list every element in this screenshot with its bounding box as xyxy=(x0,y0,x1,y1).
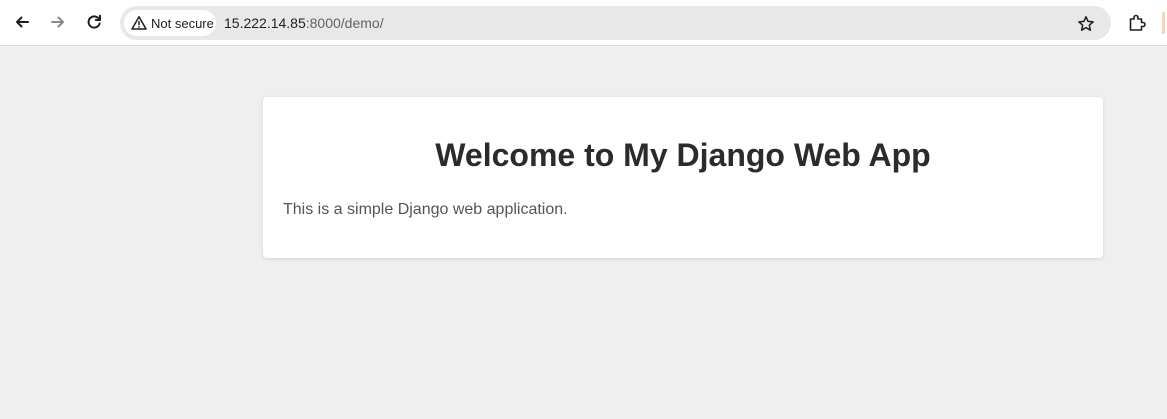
back-arrow-icon xyxy=(16,16,29,28)
extensions-button[interactable] xyxy=(1124,10,1150,36)
reload-icon xyxy=(87,14,101,29)
reload-button[interactable] xyxy=(79,7,109,37)
url-path: :8000/demo/ xyxy=(305,15,384,31)
url-text[interactable]: 15.222.14.85:8000/demo/ xyxy=(224,15,384,31)
back-button[interactable] xyxy=(7,7,37,37)
warning-triangle-icon xyxy=(131,16,147,30)
content-card: Welcome to My Django Web App This is a s… xyxy=(263,97,1103,258)
security-chip[interactable]: Not secure xyxy=(124,10,216,36)
page-title: Welcome to My Django Web App xyxy=(435,137,931,173)
forward-button[interactable] xyxy=(43,7,73,37)
star-icon xyxy=(1078,16,1094,31)
browser-toolbar: Not secure 15.222.14.85:8000/demo/ xyxy=(0,0,1167,46)
address-bar[interactable]: Not secure 15.222.14.85:8000/demo/ xyxy=(120,6,1111,40)
extensions-icon xyxy=(1129,14,1146,31)
profile-avatar-edge[interactable] xyxy=(1162,12,1165,34)
forward-arrow-icon xyxy=(51,16,64,28)
page-description: This is a simple Django web application. xyxy=(283,201,568,218)
bookmark-star-button[interactable] xyxy=(1075,13,1097,35)
security-label: Not secure xyxy=(151,15,214,31)
url-host: 15.222.14.85 xyxy=(224,15,306,31)
